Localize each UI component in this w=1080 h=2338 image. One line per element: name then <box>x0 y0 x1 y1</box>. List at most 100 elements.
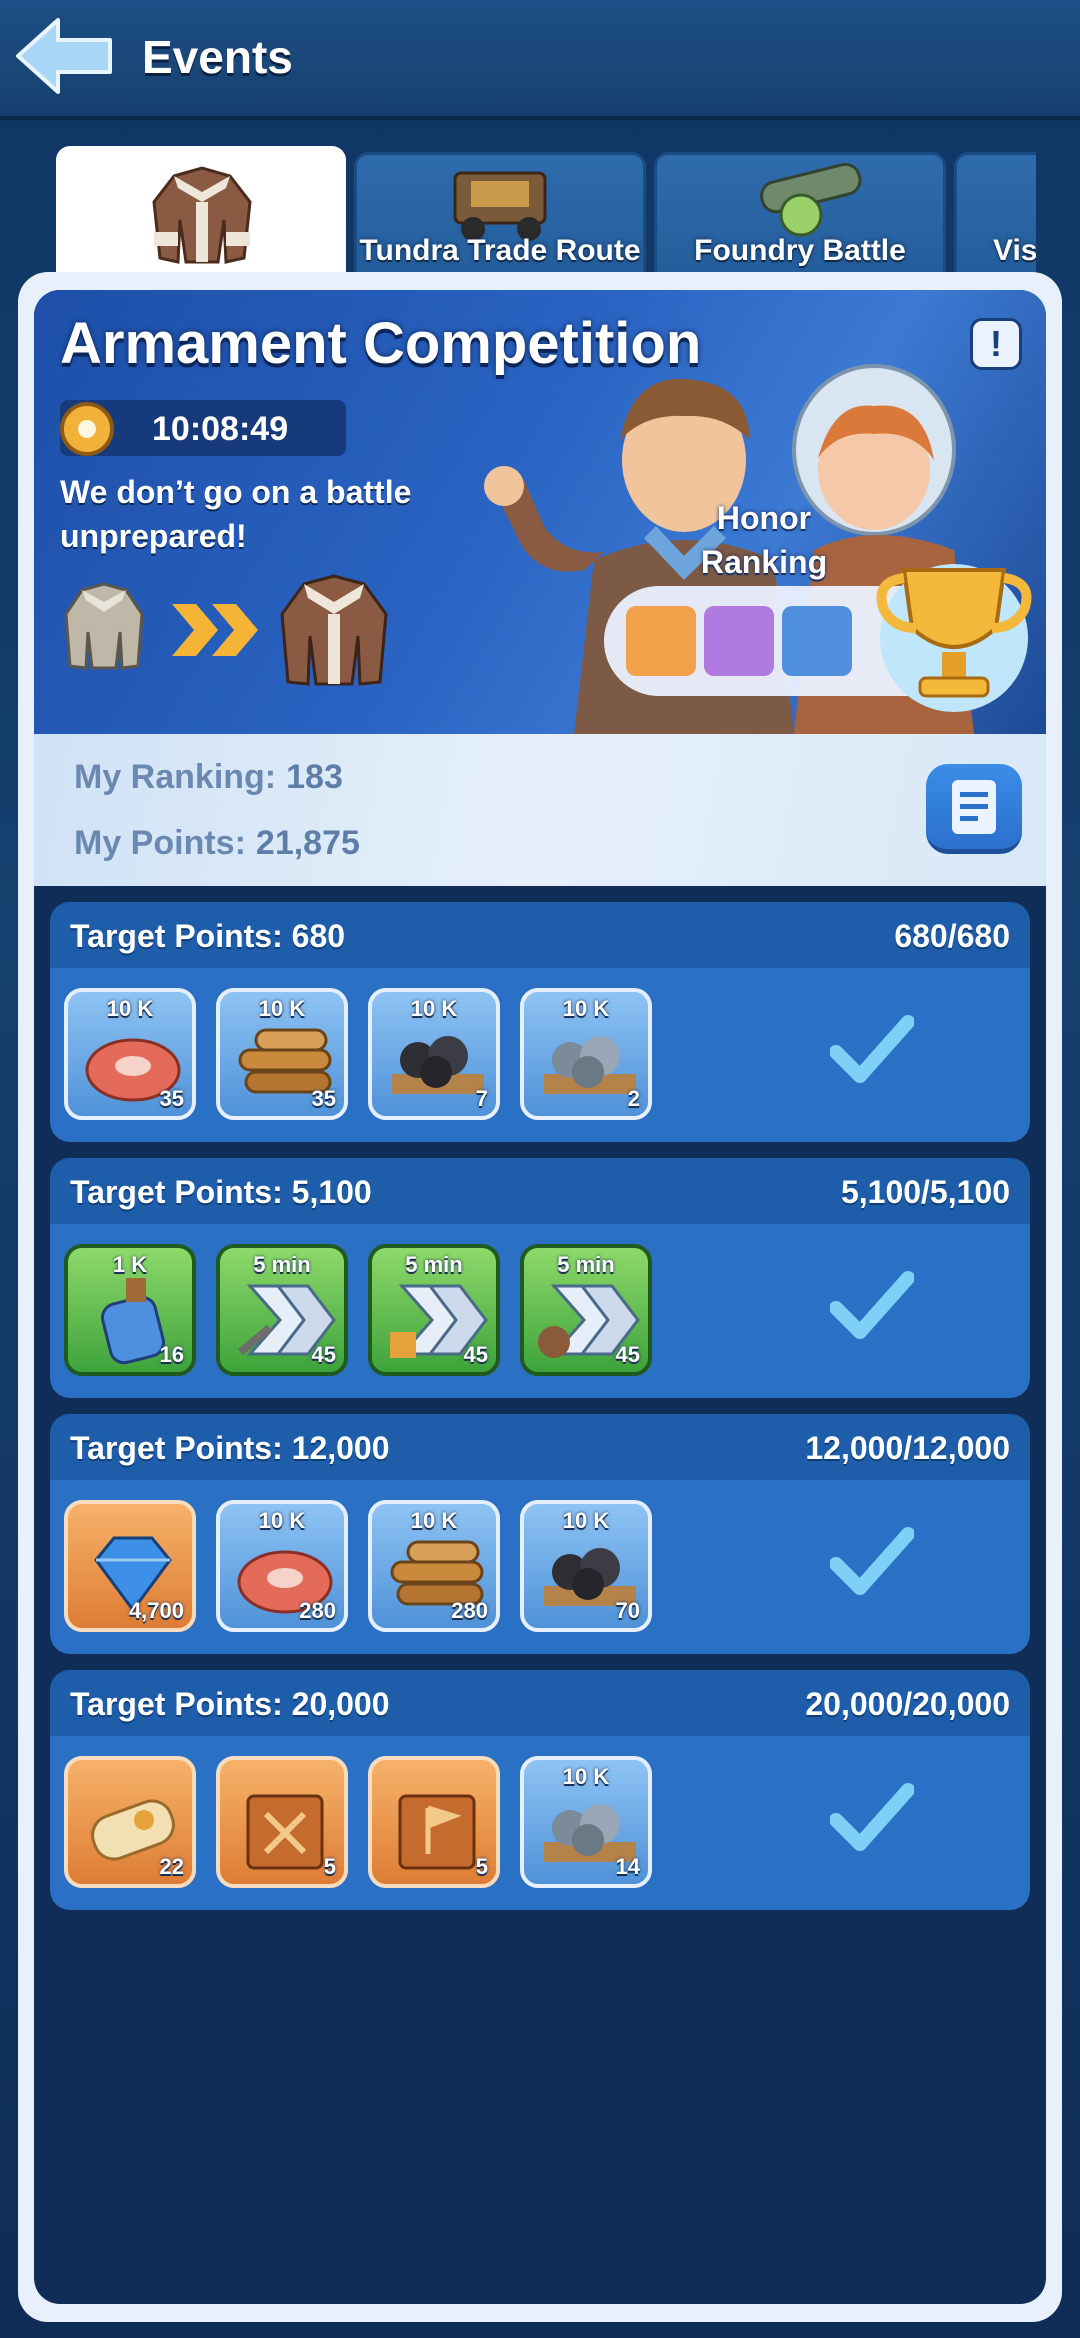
reward-count: 45 <box>463 1342 488 1367</box>
reward-amount: 10 K <box>258 996 306 1021</box>
reward-speedup-construction[interactable]: 5 min 45 <box>368 1244 500 1376</box>
reward-speedup-hero[interactable]: 5 min 45 <box>520 1244 652 1376</box>
reward-amount: 10 K <box>562 996 610 1021</box>
reward-wood[interactable]: 10 K 280 <box>368 1500 500 1632</box>
back-button[interactable] <box>14 16 114 96</box>
tab-tundra-trade-route[interactable]: Tundra Trade Route <box>354 152 646 276</box>
speedup-icon <box>782 606 852 676</box>
target-header: Target Points: 12,000 12,000/12,000 <box>50 1414 1030 1480</box>
reward-amount: 5 min <box>253 1252 311 1277</box>
reward-speedup-training[interactable]: 5 min 45 <box>216 1244 348 1376</box>
target-row: Target Points: 12,000 12,000/12,000 4,70… <box>50 1414 1030 1654</box>
reward-book-flag[interactable]: 5 <box>368 1756 500 1888</box>
back-arrow-icon <box>16 18 112 94</box>
reward-meat[interactable]: 10 K 35 <box>64 988 196 1120</box>
reward-amount: 10 K <box>106 996 154 1021</box>
reward-count: 45 <box>311 1342 336 1367</box>
check-icon <box>830 1783 914 1851</box>
fur-coat-icon <box>152 166 252 264</box>
target-label: Target Points: 680 <box>70 918 346 954</box>
notes-icon <box>952 780 996 834</box>
target-header: Target Points: 5,100 5,100/5,100 <box>50 1158 1030 1224</box>
my-ranking: My Ranking: 183 <box>74 758 343 797</box>
reward-iron[interactable]: 10 K 2 <box>520 988 652 1120</box>
tab-label: Vis <box>993 234 1036 267</box>
info-button[interactable]: ! <box>970 318 1022 370</box>
tab-label: Tundra Trade Route <box>359 234 641 267</box>
reward-scroll[interactable]: 22 <box>64 1756 196 1888</box>
tab-armament-competition[interactable] <box>56 146 346 276</box>
reward-amount: 10 K <box>562 1764 610 1789</box>
reward-count: 5 <box>475 1854 488 1879</box>
key-icon <box>704 606 774 676</box>
event-title: Armament Competition <box>60 311 702 376</box>
event-panel: Armament Competition ! 10:08:49 We don’t… <box>18 272 1062 2322</box>
reward-amount: 10 K <box>410 1508 458 1533</box>
tab-partial[interactable]: Vis <box>954 152 1036 276</box>
my-ranking-label: My Ranking: <box>74 758 277 796</box>
reward-coal[interactable]: 10 K 70 <box>520 1500 652 1632</box>
reward-count: 2 <box>627 1086 640 1111</box>
target-progress: 5,100/5,100 <box>840 1174 1010 1210</box>
cannon-icon <box>760 162 862 237</box>
check-icon <box>830 1527 914 1595</box>
event-tabs: Tundra Trade Route Foundry Battle Vis <box>56 146 1036 276</box>
target-progress: 12,000/12,000 <box>805 1430 1010 1466</box>
tab-label: Foundry Battle <box>694 234 906 267</box>
target-progress: 20,000/20,000 <box>805 1686 1010 1722</box>
reward-amount: 10 K <box>258 1508 306 1533</box>
reward-amount: 1 K <box>112 1252 148 1277</box>
event-banner: Armament Competition ! 10:08:49 We don’t… <box>34 290 1046 734</box>
target-row: Target Points: 5,100 5,100/5,100 1 K 16 … <box>50 1158 1030 1398</box>
reward-count: 280 <box>451 1598 488 1623</box>
reward-count: 22 <box>159 1854 184 1879</box>
upgrade-arrow-icon <box>172 604 258 656</box>
target-label: Target Points: 12,000 <box>70 1430 390 1466</box>
reward-count: 45 <box>615 1342 640 1367</box>
reward-coal[interactable]: 10 K 7 <box>368 988 500 1120</box>
reward-count: 5 <box>323 1854 336 1879</box>
target-row: Target Points: 680 680/680 10 K 35 10 K … <box>50 902 1030 1142</box>
page-title: Events <box>142 31 293 83</box>
reward-count: 16 <box>159 1342 184 1367</box>
honor-ranking-label: Honor Ranking <box>700 500 828 580</box>
reward-amount: 5 min <box>557 1252 615 1277</box>
reward-wood[interactable]: 10 K 35 <box>216 988 348 1120</box>
my-points-label: My Points: <box>74 824 246 862</box>
top-bar: Events <box>0 0 1080 120</box>
coat-before-icon <box>64 582 144 670</box>
ranking-summary: My Ranking: 183 My Points: 21,875 <box>34 734 1046 886</box>
reward-count: 35 <box>159 1086 184 1111</box>
target-row: Target Points: 20,000 20,000/20,000 22 5… <box>50 1670 1030 1910</box>
reward-gems[interactable]: 4,700 <box>64 1500 196 1632</box>
reward-scroll-icon <box>626 606 696 676</box>
target-label: Target Points: 5,100 <box>70 1174 372 1210</box>
my-points: My Points: 21,875 <box>74 824 360 863</box>
reward-amount: 10 K <box>562 1508 610 1533</box>
trophy-icon <box>876 564 1032 712</box>
my-ranking-value: 183 <box>286 758 343 796</box>
reward-count: 70 <box>615 1598 640 1623</box>
tab-foundry-battle[interactable]: Foundry Battle <box>654 152 946 276</box>
check-icon <box>830 1271 914 1339</box>
event-timer: 10:08:49 <box>60 400 346 456</box>
reward-exp-potion[interactable]: 1 K 16 <box>64 1244 196 1376</box>
timer-text: 10:08:49 <box>152 410 289 448</box>
check-icon <box>830 1015 914 1083</box>
coat-after-icon <box>280 574 388 686</box>
reward-count: 7 <box>475 1086 488 1111</box>
target-header: Target Points: 680 680/680 <box>50 902 1030 968</box>
reward-book-swords[interactable]: 5 <box>216 1756 348 1888</box>
target-label: Target Points: 20,000 <box>70 1686 390 1722</box>
reward-meat[interactable]: 10 K 280 <box>216 1500 348 1632</box>
target-header: Target Points: 20,000 20,000/20,000 <box>50 1670 1030 1736</box>
my-points-value: 21,875 <box>255 824 360 862</box>
rules-button[interactable] <box>926 764 1022 854</box>
clock-icon <box>60 402 114 456</box>
reward-amount: 10 K <box>410 996 458 1021</box>
reward-iron[interactable]: 10 K 14 <box>520 1756 652 1888</box>
event-description: We don’t go on a battle unprepared! <box>60 474 412 554</box>
reward-amount: 5 min <box>405 1252 463 1277</box>
truck-icon <box>453 171 547 241</box>
target-progress: 680/680 <box>894 918 1010 954</box>
